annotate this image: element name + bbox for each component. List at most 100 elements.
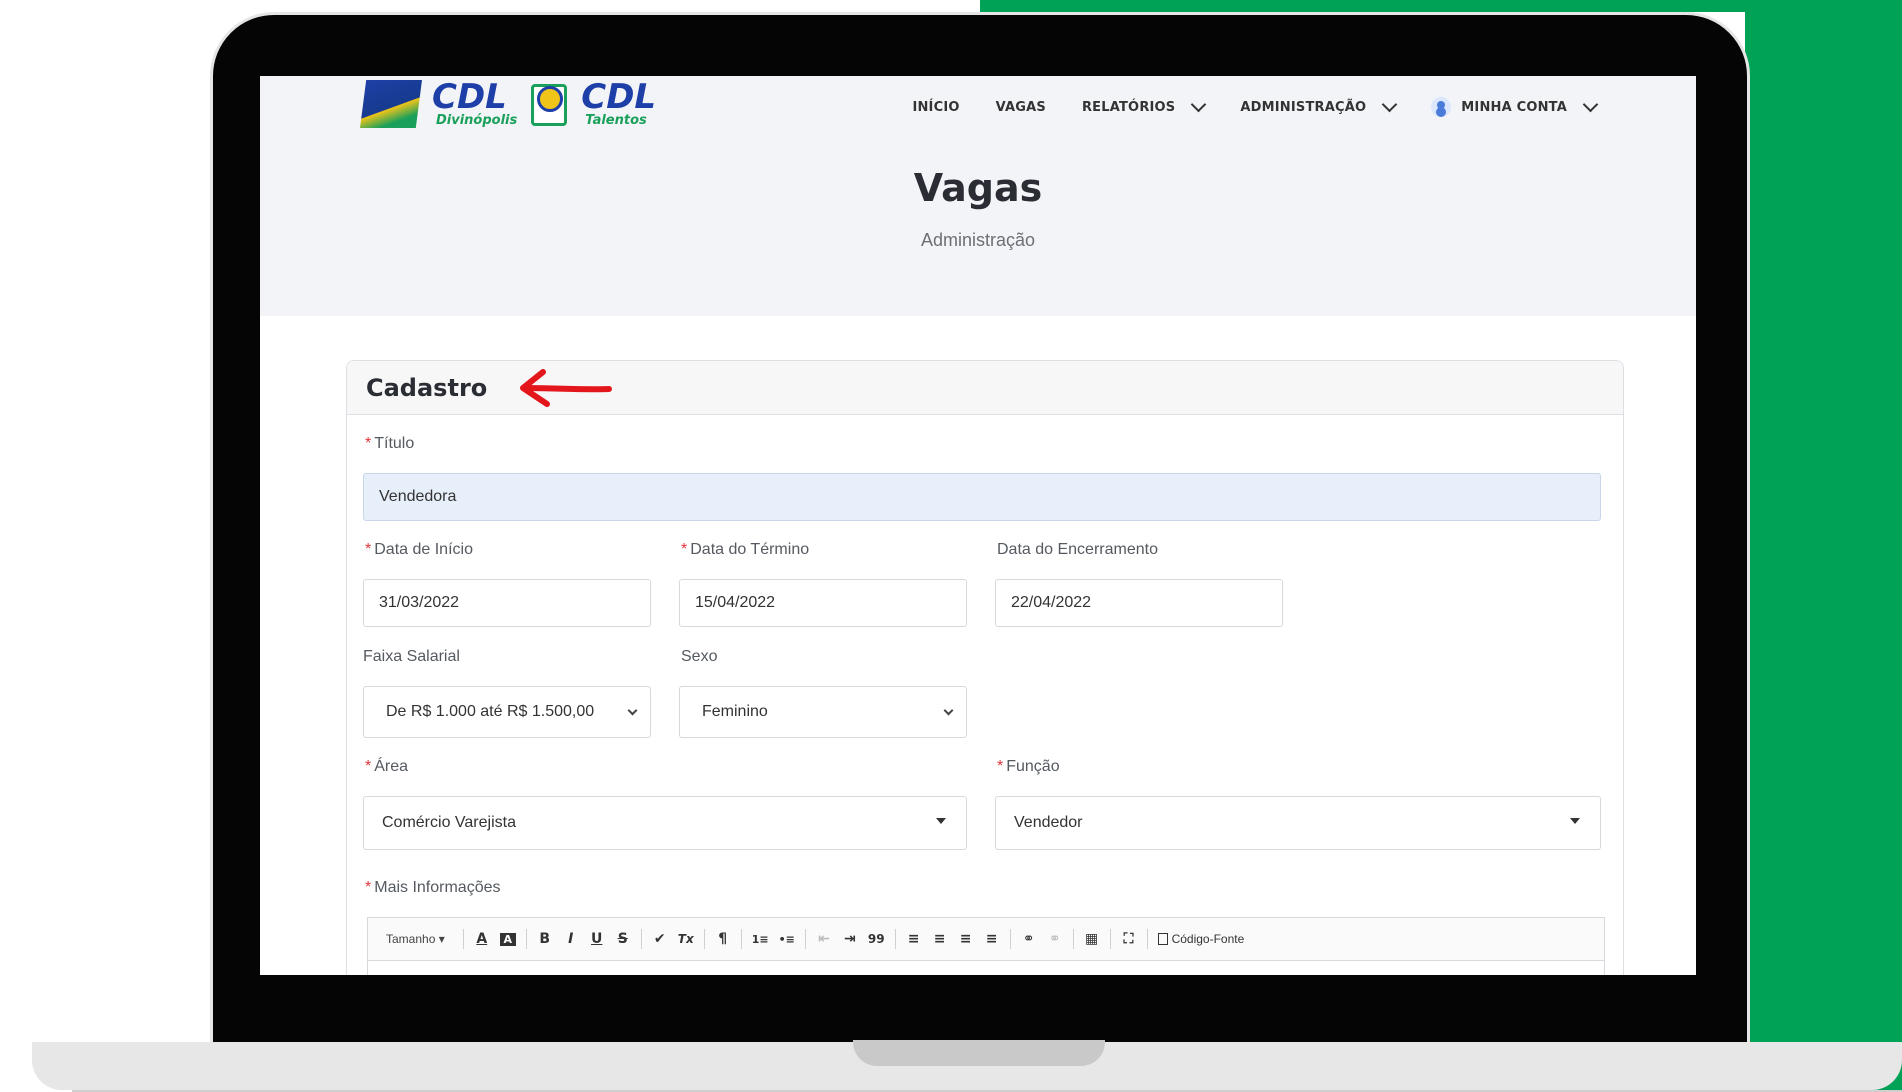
toolbar-separator [525, 929, 527, 949]
logo-brand-1: CDL [432, 77, 507, 117]
nav-item-administracao[interactable]: ADMINISTRAÇÃO [1240, 96, 1398, 115]
logo-sub-2: Talentos [585, 113, 647, 128]
annotation-arrow-icon [520, 368, 613, 407]
align-center-icon[interactable]: ≡ [932, 931, 948, 947]
indent-icon[interactable]: ⇥ [842, 931, 858, 947]
logo[interactable]: CDL Divinópolis CDL Talentos [360, 80, 656, 128]
text-color-button[interactable]: A [474, 931, 490, 947]
faixa-salarial-select[interactable]: De R$ 1.000 até R$ 1.500,00 [363, 686, 651, 738]
area-value: Comércio Varejista [382, 814, 516, 831]
data-termino-value: 15/04/2022 [695, 594, 776, 611]
required-marker: * [365, 879, 372, 896]
outdent-icon[interactable]: ⇤ [816, 931, 832, 947]
font-size-label: Tamanho [386, 932, 436, 946]
source-code-button[interactable]: Código-Fonte [1157, 932, 1245, 946]
funcao-select[interactable]: Vendedor [995, 796, 1601, 850]
funcao-label: * Função [997, 758, 1060, 776]
cdl-divinopolis-logo-icon [360, 80, 422, 128]
editor-toolbar: Tamanho ▾ A A B I U S ✔ Tx ¶ 1≡ •≡ ⇤ ⇥ 9… [367, 917, 1605, 961]
logo-text-2: CDL Talentos [581, 80, 656, 127]
card-title: Cadastro [366, 373, 488, 402]
sexo-label: Sexo [681, 648, 717, 666]
toolbar-separator [1009, 929, 1011, 949]
page-subtitle: Administração [920, 230, 1036, 250]
unordered-list-icon[interactable]: •≡ [779, 933, 795, 946]
strikethrough-button[interactable]: S [615, 931, 631, 947]
cadastro-card: Cadastro * Título Vendedora * Data de Iníc… [346, 360, 1624, 975]
link-icon[interactable]: ⚭ [1021, 931, 1037, 947]
cdl-talentos-logo-icon [527, 80, 571, 128]
nav-label-vagas: VAGAS [995, 99, 1046, 115]
align-left-icon[interactable]: ≡ [906, 931, 922, 947]
main-nav: INÍCIO VAGAS RELATÓRIOS ADMINISTRAÇÃO MI… [912, 96, 1599, 117]
sexo-value: Feminino [702, 703, 768, 720]
toolbar-separator [740, 929, 742, 949]
italic-button[interactable]: I [563, 931, 579, 947]
area-select[interactable]: Comércio Varejista [363, 796, 967, 850]
titulo-label-text: Título [374, 435, 415, 452]
data-inicio-label-text: Data de Início [374, 541, 473, 558]
chevron-down-icon [1582, 96, 1599, 112]
data-encerramento-input[interactable]: 22/04/2022 [995, 579, 1283, 627]
required-marker: * [365, 758, 372, 775]
bold-button[interactable]: B [537, 931, 553, 947]
rich-text-editor-area[interactable] [367, 961, 1605, 975]
blockquote-icon[interactable]: 99 [868, 932, 885, 946]
unlink-icon[interactable]: ⚭ [1047, 931, 1063, 947]
format-painter-icon[interactable]: ✔ [652, 931, 668, 947]
paragraph-icon[interactable]: ¶ [715, 931, 731, 947]
source-code-label: Código-Fonte [1171, 932, 1245, 946]
nav-label-minha-conta: MINHA CONTA [1461, 99, 1567, 115]
page-header: CDL Divinópolis CDL Talentos INÍCIO VAGA… [260, 76, 1696, 316]
nav-item-minha-conta[interactable]: MINHA CONTA [1431, 96, 1599, 117]
align-right-icon[interactable]: ≡ [958, 931, 974, 947]
area-label-text: Área [374, 758, 409, 775]
chevron-down-icon [943, 705, 954, 716]
mais-informacoes-label-text: Mais Informações [374, 879, 501, 896]
data-termino-input[interactable]: 15/04/2022 [679, 579, 967, 627]
data-encerramento-value: 22/04/2022 [1011, 594, 1092, 611]
data-termino-label: * Data do Término [681, 541, 809, 559]
area-label: * Área [365, 758, 408, 776]
faixa-salarial-label-text: Faixa Salarial [363, 648, 460, 665]
mais-informacoes-label: * Mais Informações [365, 879, 501, 897]
data-inicio-input[interactable]: 31/03/2022 [363, 579, 651, 627]
required-marker: * [681, 541, 688, 558]
underline-button[interactable]: U [589, 931, 605, 947]
required-marker: * [365, 435, 372, 452]
sexo-label-text: Sexo [681, 648, 718, 665]
logo-sub-1: Divinópolis [436, 113, 518, 128]
nav-label-relatorios: RELATÓRIOS [1081, 99, 1176, 115]
nav-label-inicio: INÍCIO [912, 99, 960, 115]
caret-down-icon [936, 818, 946, 824]
user-avatar-icon [1431, 97, 1452, 117]
toolbar-separator [1146, 929, 1148, 949]
ordered-list-icon[interactable]: 1≡ [752, 933, 769, 946]
stage: CDL Divinópolis CDL Talentos INÍCIO VAGA… [0, 0, 1902, 1092]
data-encerramento-label-text: Data do Encerramento [997, 541, 1158, 558]
titulo-input[interactable]: Vendedora [363, 473, 1601, 521]
required-marker: * [997, 758, 1004, 775]
titulo-value: Vendedora [379, 488, 457, 505]
caret-down-icon [1570, 818, 1580, 824]
toolbar-separator [703, 929, 705, 949]
table-icon[interactable]: ▦ [1084, 931, 1100, 947]
card-header: Cadastro [347, 361, 1623, 415]
funcao-value: Vendedor [1014, 814, 1083, 831]
background-color-button[interactable]: A [499, 932, 516, 946]
toolbar-separator [804, 929, 806, 949]
data-termino-label-text: Data do Término [690, 541, 810, 558]
nav-item-vagas[interactable]: VAGAS [996, 100, 1046, 115]
clear-format-icon[interactable]: Tx [678, 932, 694, 946]
logo-brand-2: CDL [581, 77, 657, 117]
page-title: Vagas [913, 166, 1043, 210]
sexo-select[interactable]: Feminino [679, 686, 967, 738]
font-size-dropdown[interactable]: Tamanho ▾ [386, 932, 453, 946]
titulo-label: * Título [365, 435, 414, 453]
fullscreen-icon[interactable]: ⛶ [1121, 931, 1137, 947]
nav-item-relatorios[interactable]: RELATÓRIOS [1081, 96, 1207, 115]
nav-item-inicio[interactable]: INÍCIO [912, 100, 959, 115]
data-inicio-label: * Data de Início [365, 541, 473, 559]
toolbar-separator [1072, 929, 1074, 949]
align-justify-icon[interactable]: ≡ [984, 931, 1000, 947]
